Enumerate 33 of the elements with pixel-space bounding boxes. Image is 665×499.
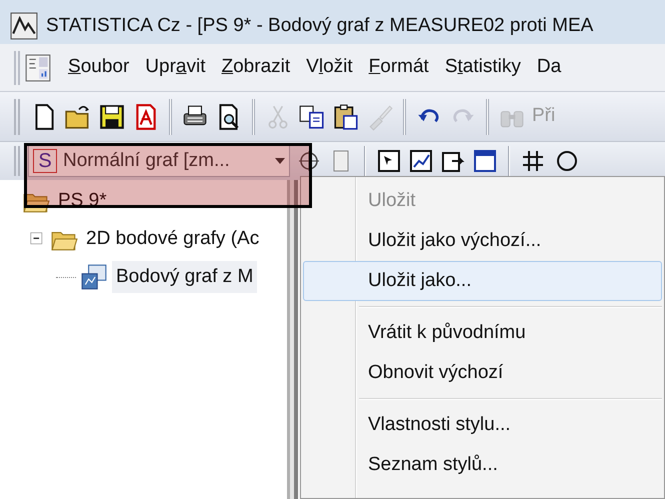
tree-item[interactable]: 2D bodové grafy (Ac	[82, 222, 264, 256]
graph-icon	[80, 263, 108, 291]
menu-item[interactable]: Vrátit k původnímu	[303, 313, 662, 353]
dropdown-value: Normální graf [zm...	[63, 148, 231, 173]
document-menu-icon	[24, 52, 52, 82]
menu-item[interactable]: Vložit	[306, 53, 353, 82]
menu-item[interactable]: Soubor	[68, 53, 130, 82]
select-frame-icon[interactable]	[376, 148, 402, 174]
menu-item[interactable]: Da	[536, 53, 562, 82]
grid-icon[interactable]	[520, 148, 546, 174]
window-title: STATISTICA Cz - [PS 9* - Bodový graf z MEASURE02 proti MEA	[46, 14, 594, 38]
grip-handle[interactable]	[14, 146, 20, 176]
menu-item[interactable]: Vlastnosti stylu...	[303, 405, 662, 445]
caret-icon	[275, 158, 285, 164]
style-dropdown[interactable]: S Normální graf [zm...	[28, 145, 290, 177]
menu-item[interactable]: Obnovit výchozí	[303, 353, 662, 393]
menu-item[interactable]: Upravit	[145, 53, 206, 82]
menu-item[interactable]: Zobrazit	[222, 53, 290, 82]
menu-item[interactable]: Seznam stylů...	[303, 445, 662, 485]
copy-icon[interactable]	[298, 102, 326, 130]
grip-handle[interactable]	[14, 50, 20, 84]
chart-frame-icon[interactable]	[408, 148, 434, 174]
menu-item[interactable]: Statistiky	[444, 53, 521, 82]
clipboard-icon[interactable]	[332, 102, 360, 130]
crosshair-icon[interactable]	[296, 148, 322, 174]
menu-item[interactable]: Formát	[368, 53, 429, 82]
style-icon: S	[33, 149, 57, 173]
grip-handle[interactable]	[14, 98, 20, 134]
menu-item[interactable]: Uložit jako výchozí...	[303, 221, 662, 261]
menu-item[interactable]: Uložit jako...	[303, 261, 662, 301]
tree-item[interactable]: Bodový graf z M	[112, 260, 258, 294]
window-icon[interactable]	[472, 148, 498, 174]
app-icon	[10, 12, 38, 40]
